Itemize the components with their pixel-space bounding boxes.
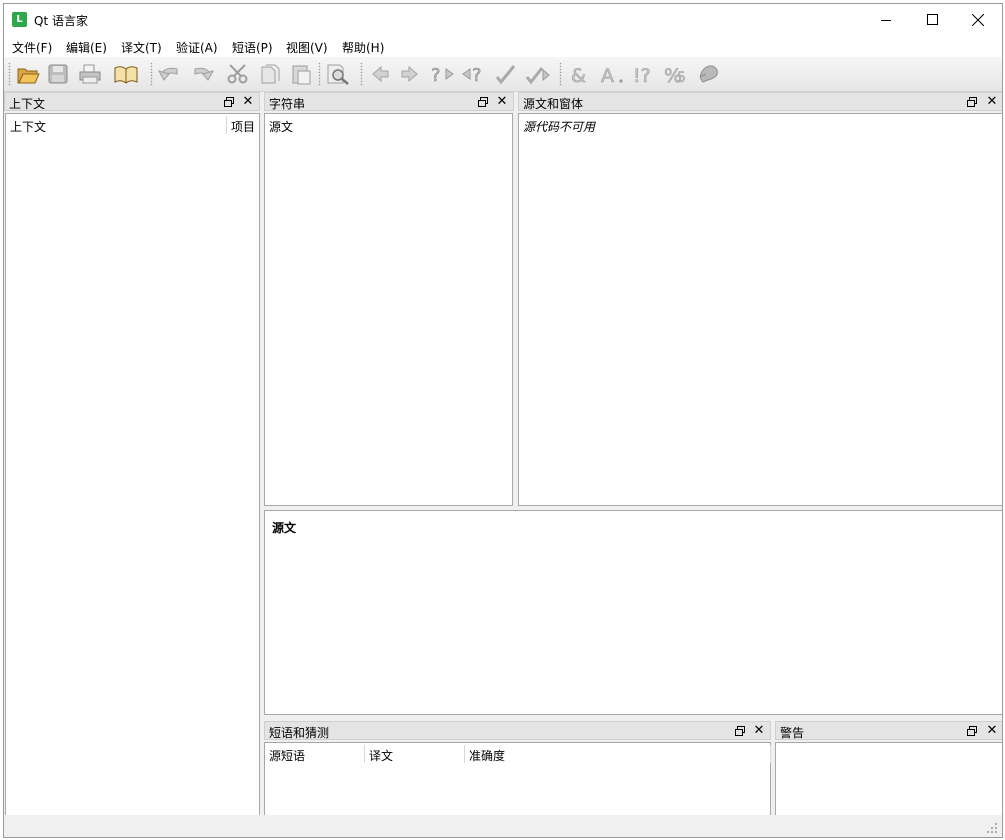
next-unfinished-icon[interactable]: ? <box>460 61 488 87</box>
svg-text:5: 5 <box>677 70 686 85</box>
svg-text:&: & <box>571 65 586 85</box>
context-dock-title[interactable]: 上下文 ✕ <box>4 92 260 111</box>
sources-panel: 源代码不可用 <box>518 113 1002 506</box>
close-icon[interactable]: ✕ <box>986 95 998 108</box>
context-panel[interactable]: 上下文 项目 <box>5 113 260 816</box>
items-col-header[interactable]: 项目 <box>231 118 255 135</box>
context-dock-label: 上下文 <box>9 97 46 111</box>
save-icon[interactable] <box>44 61 72 87</box>
linguist-app-icon: L <box>12 12 27 27</box>
svg-text:?: ? <box>472 65 482 85</box>
source-phrase-col-header[interactable]: 源短语 <box>269 747 305 764</box>
close-icon[interactable]: ✕ <box>496 95 508 108</box>
warnings-dock-title[interactable]: 警告 ✕ <box>775 721 1002 740</box>
surrounding-whitespace-icon[interactable] <box>694 61 722 87</box>
strings-dock-title[interactable]: 字符串 ✕ <box>264 92 514 111</box>
phrase-check-icon[interactable]: !? <box>630 61 658 87</box>
menu-help[interactable]: 帮助(H) <box>342 39 384 56</box>
source-col-header[interactable]: 源文 <box>269 118 293 135</box>
window-title: Qt 语言家 <box>34 14 88 28</box>
float-icon[interactable] <box>966 725 978 737</box>
print-icon[interactable] <box>76 61 104 87</box>
warnings-panel <box>775 742 1002 816</box>
toolbar-grip-4[interactable] <box>360 62 363 86</box>
phrases-dock-title[interactable]: 短语和猜测 ✕ <box>264 721 771 740</box>
svg-text:?: ? <box>431 65 441 85</box>
find-icon[interactable] <box>324 61 352 87</box>
menu-bar: 文件(F) 编辑(E) 译文(T) 验证(A) 短语(P) 视图(V) 帮助(H… <box>4 35 1002 57</box>
menu-view[interactable]: 视图(V) <box>286 39 328 56</box>
prev-icon[interactable] <box>366 61 394 87</box>
strings-dock-label: 字符串 <box>269 97 306 111</box>
float-icon[interactable] <box>477 96 489 108</box>
toolbar: ? ? & A !? % 5 <box>4 57 1002 92</box>
punctuation-check-icon[interactable]: A <box>598 61 626 87</box>
toolbar-grip-3[interactable] <box>318 62 321 86</box>
status-bar <box>4 815 1002 837</box>
main-window: L Qt 语言家 文件(F) 编辑(E) 译文(T) 验证(A) 短语(P) 视… <box>3 3 1003 838</box>
menu-file[interactable]: 文件(F) <box>12 39 52 56</box>
toolbar-grip[interactable] <box>8 62 11 86</box>
context-col-header[interactable]: 上下文 <box>10 118 46 135</box>
close-icon[interactable]: ✕ <box>753 724 765 737</box>
sources-dock-label: 源文和窗体 <box>523 97 584 111</box>
cut-icon[interactable] <box>224 61 252 87</box>
float-icon[interactable] <box>966 96 978 108</box>
phrases-panel[interactable]: 源短语 译文 准确度 <box>264 742 771 816</box>
done-icon[interactable] <box>492 61 520 87</box>
menu-edit[interactable]: 编辑(E) <box>66 39 107 56</box>
float-icon[interactable] <box>734 725 746 737</box>
sources-dock-title[interactable]: 源文和窗体 ✕ <box>518 92 1002 111</box>
resize-grip-icon[interactable] <box>986 822 998 834</box>
close-icon[interactable]: ✕ <box>986 724 998 737</box>
paste-icon[interactable] <box>288 61 316 87</box>
svg-text:A: A <box>601 65 614 85</box>
maximize-button[interactable] <box>909 4 955 35</box>
accelerator-check-icon[interactable]: & <box>566 61 594 87</box>
warnings-dock-label: 警告 <box>780 726 805 740</box>
title-bar: L Qt 语言家 <box>4 4 1002 35</box>
undo-icon[interactable] <box>156 61 184 87</box>
done-and-next-icon[interactable] <box>524 61 552 87</box>
float-icon[interactable] <box>223 96 235 108</box>
copy-icon[interactable] <box>256 61 284 87</box>
translation-editor[interactable]: 源文 <box>264 510 1002 715</box>
phrasebook-icon[interactable] <box>112 61 140 87</box>
toolbar-grip-5[interactable] <box>559 62 562 86</box>
redo-icon[interactable] <box>188 61 216 87</box>
phrases-dock-label: 短语和猜测 <box>269 726 330 740</box>
strings-panel[interactable]: 源文 <box>264 113 513 506</box>
accuracy-col-header[interactable]: 准确度 <box>469 747 505 764</box>
placeholder-check-icon[interactable]: % 5 <box>662 61 690 87</box>
menu-translation[interactable]: 译文(T) <box>121 39 162 56</box>
minimize-button[interactable] <box>863 4 909 35</box>
close-icon[interactable]: ✕ <box>242 95 254 108</box>
svg-text:!?: !? <box>633 65 651 85</box>
prev-unfinished-icon[interactable]: ? <box>428 61 456 87</box>
close-window-button[interactable] <box>955 4 1001 35</box>
menu-validation[interactable]: 验证(A) <box>176 39 218 56</box>
menu-phrases[interactable]: 短语(P) <box>232 39 273 56</box>
next-icon[interactable] <box>396 61 424 87</box>
editor-source-label: 源文 <box>272 521 297 535</box>
source-unavailable-text: 源代码不可用 <box>523 120 596 134</box>
open-icon[interactable] <box>14 61 42 87</box>
toolbar-grip-2[interactable] <box>150 62 153 86</box>
translation-col-header[interactable]: 译文 <box>369 747 393 764</box>
